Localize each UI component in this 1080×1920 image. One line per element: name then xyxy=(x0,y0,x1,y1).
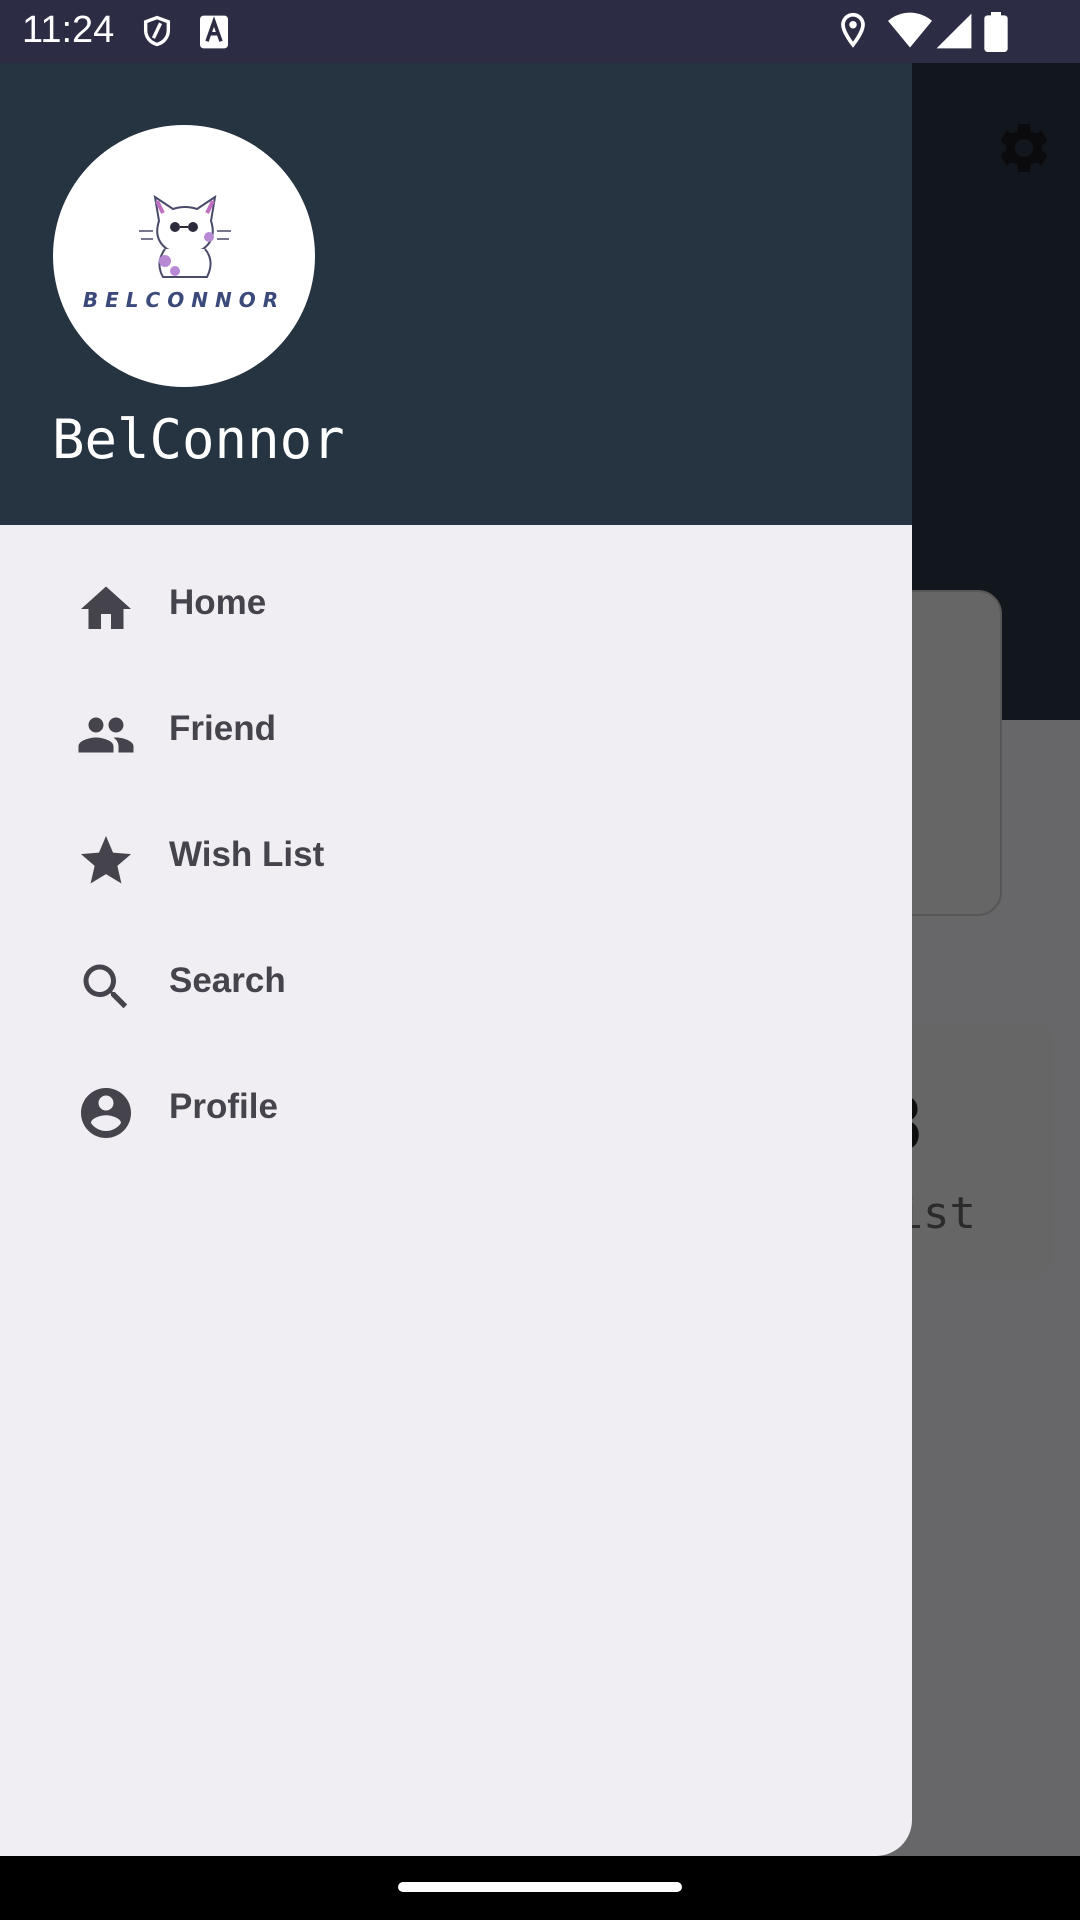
nav-item-label: Search xyxy=(169,961,286,1000)
nav-item-friend[interactable]: Friend xyxy=(0,675,912,785)
avatar[interactable]: BELCONNOR xyxy=(53,125,315,387)
cat-logo-icon xyxy=(139,194,231,278)
nav-item-home[interactable]: Home xyxy=(0,549,912,659)
wifi-icon xyxy=(888,12,932,48)
drawer-user-name: BelConnor xyxy=(52,408,345,471)
nav-item-profile[interactable]: Profile xyxy=(0,1053,912,1163)
system-nav-bar xyxy=(0,1856,1080,1920)
nav-item-label: Profile xyxy=(169,1087,278,1126)
text-a-icon xyxy=(200,15,228,49)
nav-item-wish-list[interactable]: Wish List xyxy=(0,801,912,911)
navigation-drawer: BELCONNOR BelConnor Home Friend Wish Lis… xyxy=(0,63,912,1856)
avatar-logo-text: BELCONNOR xyxy=(82,288,286,312)
shield-icon xyxy=(143,15,171,47)
people-icon xyxy=(78,717,134,753)
account-circle-icon xyxy=(81,1088,131,1138)
star-icon xyxy=(81,836,131,884)
nav-item-label: Wish List xyxy=(169,835,325,874)
signal-icon xyxy=(936,13,972,49)
status-bar: 11:24 xyxy=(0,0,1080,63)
home-gesture-handle[interactable] xyxy=(398,1882,682,1892)
home-icon xyxy=(81,586,131,629)
drawer-header: BELCONNOR BelConnor xyxy=(0,63,912,525)
nav-item-label: Home xyxy=(169,583,267,622)
search-icon xyxy=(83,964,128,1009)
nav-item-search[interactable]: Search xyxy=(0,927,912,1037)
nav-item-label: Friend xyxy=(169,709,276,748)
battery-icon xyxy=(984,12,1008,52)
status-time: 11:24 xyxy=(22,9,115,51)
location-pin-icon xyxy=(841,12,865,48)
